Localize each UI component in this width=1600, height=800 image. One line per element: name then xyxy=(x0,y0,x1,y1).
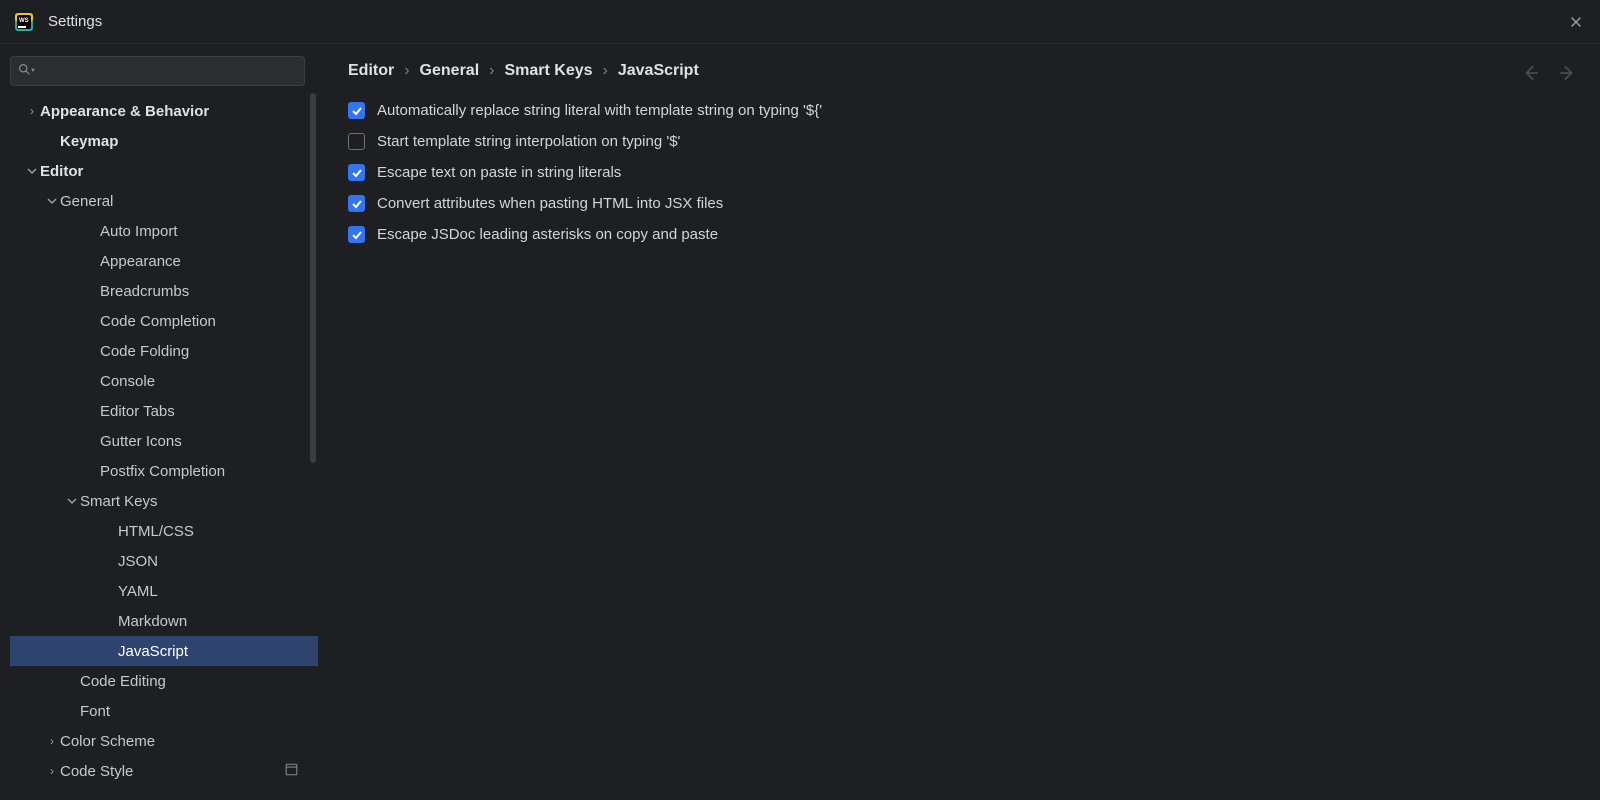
settings-tree: ›Appearance & Behavior ›Keymap Editor Ge… xyxy=(10,96,318,800)
tree-item-yaml[interactable]: ›YAML xyxy=(10,576,318,606)
tree-item-javascript[interactable]: ›JavaScript xyxy=(10,636,318,666)
tree-item-color-scheme[interactable]: ›Color Scheme xyxy=(10,726,318,756)
tree-label: Code Editing xyxy=(80,673,166,690)
option-row: Escape JSDoc leading asterisks on copy a… xyxy=(348,226,1578,243)
tree-label: HTML/CSS xyxy=(118,523,194,540)
tree-item-breadcrumbs[interactable]: ›Breadcrumbs xyxy=(10,276,318,306)
checkbox[interactable] xyxy=(348,164,365,181)
tree-label: Postfix Completion xyxy=(100,463,225,480)
settings-sidebar: ▼ ›Appearance & Behavior ›Keymap Editor … xyxy=(0,44,326,800)
chevron-right-icon: › xyxy=(24,104,40,118)
chevron-right-icon: › xyxy=(44,764,60,778)
tree-item-code-style[interactable]: ›Code Style xyxy=(10,756,318,786)
breadcrumb-part[interactable]: Editor xyxy=(348,62,394,80)
tree-label: Markdown xyxy=(118,613,187,630)
checkbox[interactable] xyxy=(348,133,365,150)
tree-label: Smart Keys xyxy=(80,493,158,510)
search-dropdown-icon[interactable]: ▼ xyxy=(30,68,36,74)
tree-label: Color Scheme xyxy=(60,733,155,750)
option-label: Start template string interpolation on t… xyxy=(377,133,680,150)
tree-label: Editor Tabs xyxy=(100,403,175,420)
tree-item-editor-tabs[interactable]: ›Editor Tabs xyxy=(10,396,318,426)
back-button[interactable] xyxy=(1522,64,1540,82)
search-input[interactable] xyxy=(10,56,305,86)
main-area: ▼ ›Appearance & Behavior ›Keymap Editor … xyxy=(0,44,1600,800)
tree-item-appearance[interactable]: ›Appearance xyxy=(10,246,318,276)
tree-label: Editor xyxy=(40,163,83,180)
option-row: Automatically replace string literal wit… xyxy=(348,102,1578,119)
option-label: Convert attributes when pasting HTML int… xyxy=(377,195,723,212)
breadcrumb-part: JavaScript xyxy=(618,62,699,80)
scrollbar[interactable] xyxy=(310,93,316,463)
tree-label: Font xyxy=(80,703,110,720)
tree-label: YAML xyxy=(118,583,158,600)
option-row: Start template string interpolation on t… xyxy=(348,133,1578,150)
breadcrumb-part[interactable]: Smart Keys xyxy=(504,62,592,80)
titlebar: WS Settings xyxy=(0,0,1600,44)
option-label: Escape text on paste in string literals xyxy=(377,164,621,181)
option-row: Escape text on paste in string literals xyxy=(348,164,1578,181)
breadcrumb-separator: › xyxy=(489,62,494,80)
checkbox[interactable] xyxy=(348,102,365,119)
tree-label: JavaScript xyxy=(118,643,188,660)
tree-item-general[interactable]: General xyxy=(10,186,318,216)
tree-label: Code Folding xyxy=(100,343,189,360)
app-icon: WS xyxy=(14,12,34,32)
tree-item-code-folding[interactable]: ›Code Folding xyxy=(10,336,318,366)
tree-item-code-completion[interactable]: ›Code Completion xyxy=(10,306,318,336)
tree-label: Keymap xyxy=(60,133,118,150)
tree-item-postfix-completion[interactable]: ›Postfix Completion xyxy=(10,456,318,486)
forward-button[interactable] xyxy=(1558,64,1576,82)
breadcrumb: Editor › General › Smart Keys › JavaScri… xyxy=(348,62,1578,80)
search-wrap: ▼ xyxy=(10,56,318,96)
tree-label: Appearance & Behavior xyxy=(40,103,209,120)
tree-item-font[interactable]: ›Font xyxy=(10,696,318,726)
checkbox[interactable] xyxy=(348,226,365,243)
tree-item-markdown[interactable]: ›Markdown xyxy=(10,606,318,636)
tree-label: Appearance xyxy=(100,253,181,270)
tree-label: Breadcrumbs xyxy=(100,283,189,300)
tree-item-json[interactable]: ›JSON xyxy=(10,546,318,576)
breadcrumb-separator: › xyxy=(404,62,409,80)
svg-text:WS: WS xyxy=(19,18,29,24)
tree-item-gutter-icons[interactable]: ›Gutter Icons xyxy=(10,426,318,456)
option-label: Escape JSDoc leading asterisks on copy a… xyxy=(377,226,718,243)
tree-item-html-css[interactable]: ›HTML/CSS xyxy=(10,516,318,546)
tree-label: Gutter Icons xyxy=(100,433,182,450)
chevron-down-icon xyxy=(24,166,40,176)
tree-label: JSON xyxy=(118,553,158,570)
tree-label: Code Style xyxy=(60,763,133,780)
tree-item-appearance-behavior[interactable]: ›Appearance & Behavior xyxy=(10,96,318,126)
tree-label: Console xyxy=(100,373,155,390)
chevron-right-icon: › xyxy=(44,734,60,748)
project-scope-icon xyxy=(285,763,298,779)
tree-label: General xyxy=(60,193,113,210)
tree-label: Auto Import xyxy=(100,223,178,240)
tree-item-keymap[interactable]: ›Keymap xyxy=(10,126,318,156)
tree-item-auto-import[interactable]: ›Auto Import xyxy=(10,216,318,246)
tree-item-smart-keys[interactable]: Smart Keys xyxy=(10,486,318,516)
breadcrumb-separator: › xyxy=(603,62,608,80)
option-row: Convert attributes when pasting HTML int… xyxy=(348,195,1578,212)
chevron-down-icon xyxy=(44,196,60,206)
options-list: Automatically replace string literal wit… xyxy=(348,102,1578,243)
breadcrumb-part[interactable]: General xyxy=(420,62,480,80)
tree-label: Code Completion xyxy=(100,313,216,330)
window-title: Settings xyxy=(48,13,102,30)
history-nav xyxy=(1522,64,1576,82)
tree-item-console[interactable]: ›Console xyxy=(10,366,318,396)
chevron-down-icon xyxy=(64,496,80,506)
option-label: Automatically replace string literal wit… xyxy=(377,102,822,119)
tree-item-code-editing[interactable]: ›Code Editing xyxy=(10,666,318,696)
checkbox[interactable] xyxy=(348,195,365,212)
close-button[interactable] xyxy=(1566,12,1586,32)
settings-content: Editor › General › Smart Keys › JavaScri… xyxy=(326,44,1600,800)
tree-item-editor[interactable]: Editor xyxy=(10,156,318,186)
